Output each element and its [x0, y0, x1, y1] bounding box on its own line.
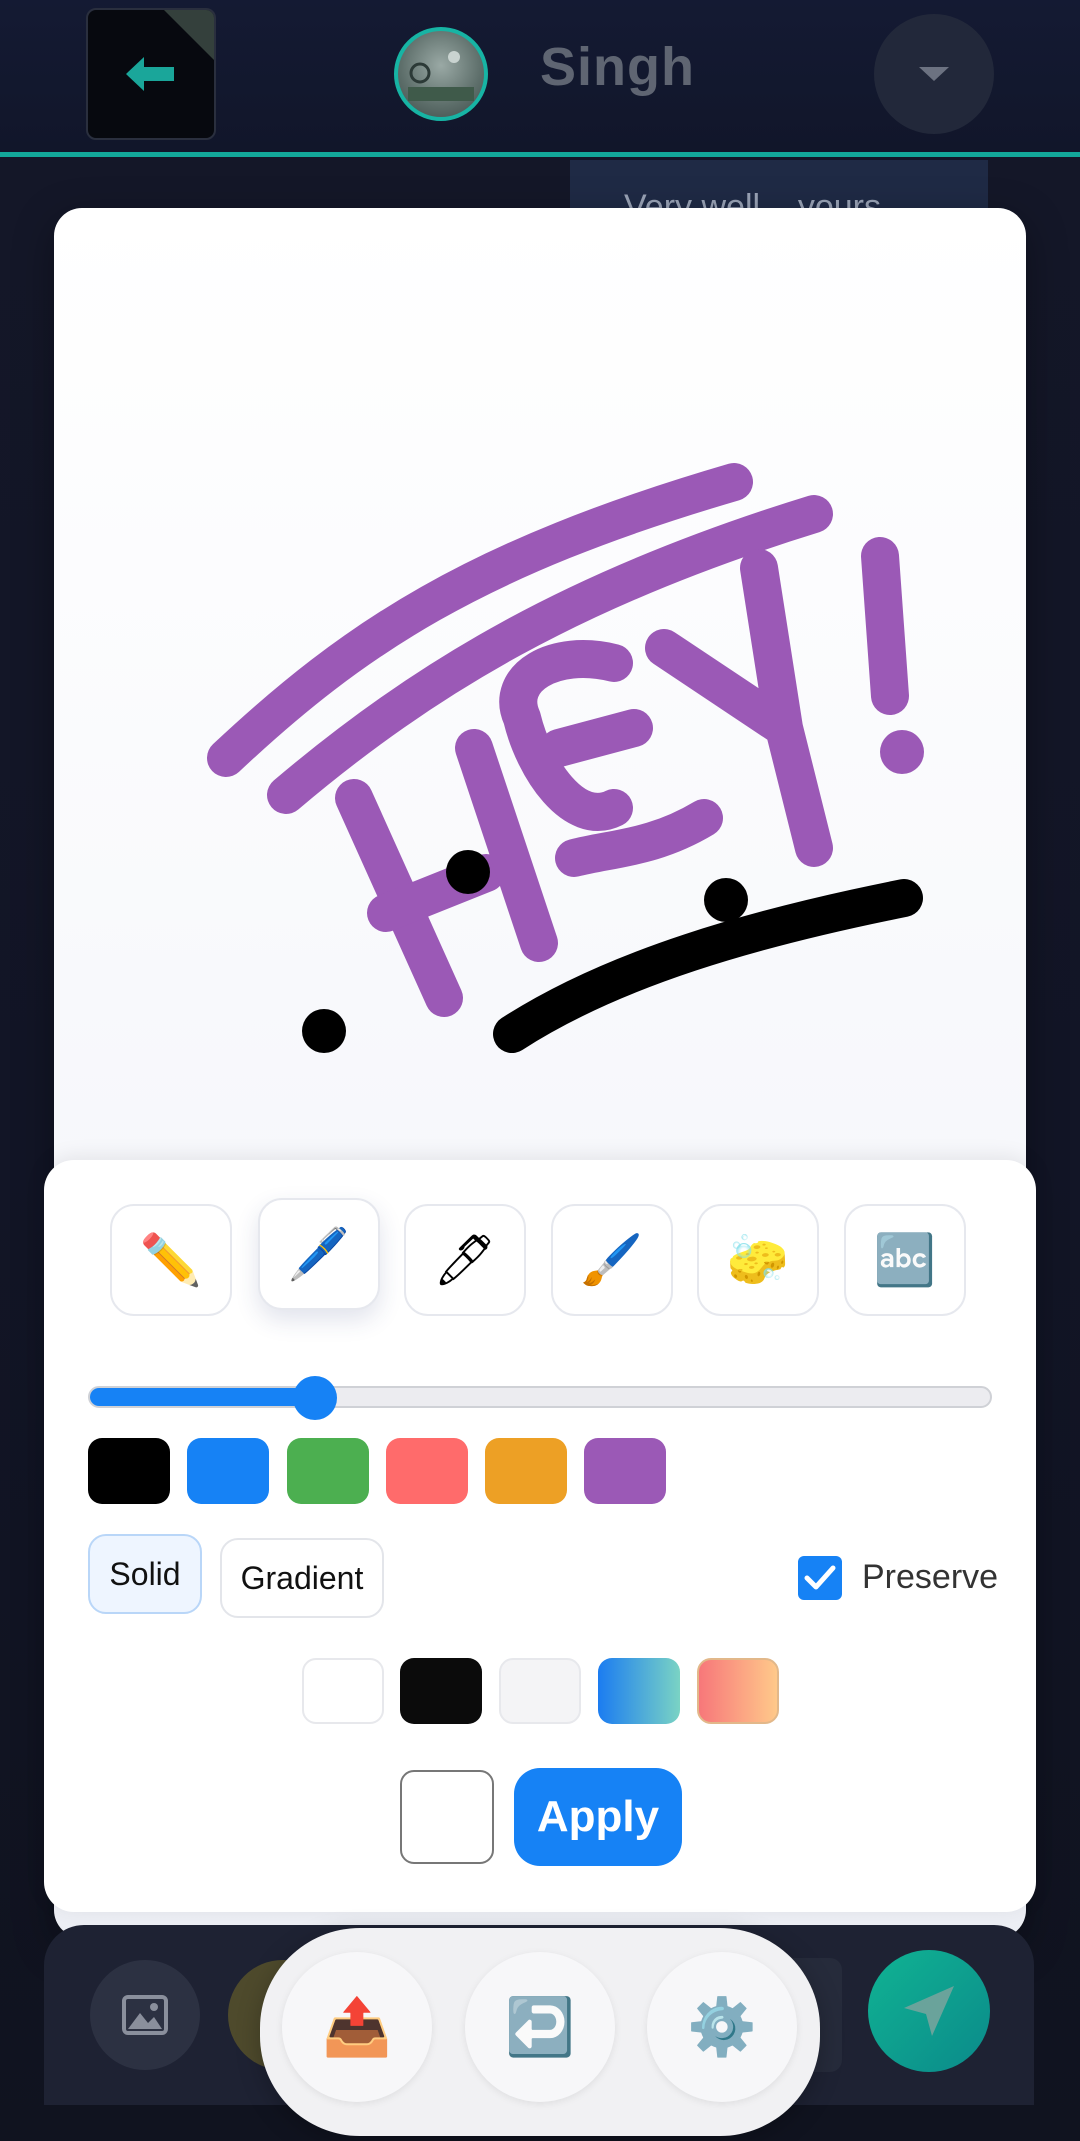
gear-icon: ⚙️ [687, 1995, 757, 2058]
apply-button[interactable]: Apply [514, 1768, 682, 1866]
black-dot-1 [446, 850, 490, 894]
pen-icon: 🖊 [433, 1231, 497, 1288]
upload-button[interactable]: 📤 [282, 1952, 432, 2102]
solid-mode-button[interactable]: Solid [88, 1534, 202, 1614]
purple-dot [880, 730, 924, 774]
sponge-tool-button[interactable]: 🧽 [697, 1204, 819, 1316]
send-icon [904, 1986, 954, 2036]
upload-tray-icon: 📤 [322, 1995, 392, 2058]
gradient-mode-button[interactable]: Gradient [220, 1538, 384, 1618]
purple-stroke-exclaim [861, 537, 909, 715]
marker-icon: 🖊️ [287, 1225, 351, 1282]
purple-stroke-line-1 [207, 463, 753, 777]
preserve-checkbox[interactable] [798, 1556, 842, 1600]
slider-fill [90, 1388, 315, 1406]
black-dot-3 [302, 1009, 346, 1053]
color-swatch-black[interactable] [88, 1438, 170, 1504]
avatar-image [408, 51, 474, 101]
black-dot-2 [704, 878, 748, 922]
background-swatch-light-gray[interactable] [499, 1658, 581, 1724]
tool-panel: ✏️ 🖊️ 🖊 🖌️ 🧽 🔤 Solid Gradient Preserve A… [44, 1160, 1036, 1912]
chevron-down-icon [919, 67, 949, 81]
background-swatch-black[interactable] [400, 1658, 482, 1724]
image-icon [122, 1995, 168, 2035]
back-button[interactable] [86, 8, 216, 140]
contact-name[interactable]: Singh [540, 36, 695, 98]
background-swatch-coral-gradient[interactable] [697, 1658, 779, 1724]
chat-header: Singh [0, 0, 1080, 157]
brush-icon: 🖌️ [580, 1231, 644, 1288]
background-swatch-blue-gradient[interactable] [598, 1658, 680, 1724]
checkmark-icon [804, 1565, 836, 1590]
arrow-left-icon [126, 57, 174, 91]
settings-button[interactable]: ⚙️ [647, 1952, 797, 2102]
purple-stroke-e [499, 640, 723, 877]
pencil-tool-button[interactable]: ✏️ [110, 1204, 232, 1316]
color-swatch-orange[interactable] [485, 1438, 567, 1504]
image-attach-button[interactable] [90, 1960, 200, 2070]
black-stroke-line [493, 879, 923, 1053]
text-tool-button[interactable]: 🔤 [844, 1204, 966, 1316]
color-swatch-red[interactable] [386, 1438, 468, 1504]
marker-tool-button[interactable]: 🖊️ [258, 1198, 380, 1310]
send-button[interactable] [868, 1950, 990, 2072]
sponge-icon: 🧽 [726, 1231, 790, 1288]
color-swatch-blue[interactable] [187, 1438, 269, 1504]
menu-dropdown-button[interactable] [874, 14, 994, 134]
brush-tool-button[interactable]: 🖌️ [551, 1204, 673, 1316]
purple-stroke-y [645, 549, 833, 867]
color-swatch-purple[interactable] [584, 1438, 666, 1504]
floating-action-bar: 📤 ↩️ ⚙️ [260, 1928, 820, 2136]
pen-tool-button[interactable]: 🖊 [404, 1204, 526, 1316]
pencil-icon: ✏️ [139, 1231, 203, 1288]
color-swatch-green[interactable] [287, 1438, 369, 1504]
slider-thumb[interactable] [293, 1376, 337, 1420]
brush-size-slider[interactable] [88, 1376, 992, 1420]
undo-icon: ↩️ [505, 1995, 575, 2058]
background-preview [400, 1770, 494, 1864]
preserve-label: Preserve [862, 1558, 999, 1596]
text-abc-icon: 🔤 [873, 1231, 937, 1288]
background-swatch-white[interactable] [302, 1658, 384, 1724]
avatar[interactable] [394, 27, 488, 121]
undo-button[interactable]: ↩️ [465, 1952, 615, 2102]
